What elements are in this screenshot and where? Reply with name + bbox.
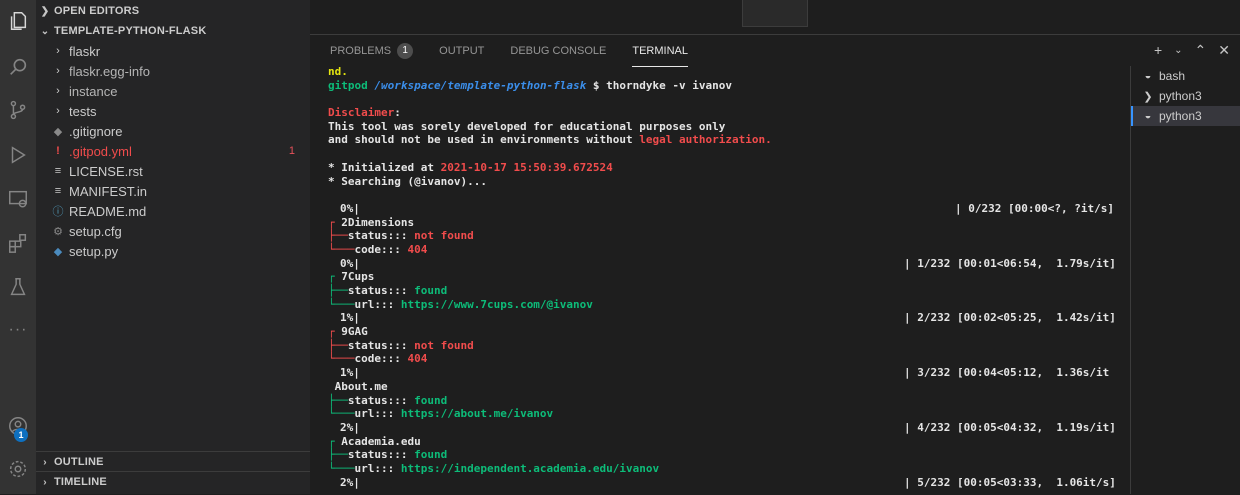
- gear-icon: ⚙: [53, 225, 63, 238]
- progress-line: 0%| | 1/232 [00:01<06:54, 1.79s/it]: [340, 256, 1116, 270]
- activity-bar: ··· 1: [0, 0, 36, 494]
- tab-terminal[interactable]: TERMINAL: [632, 35, 688, 67]
- terminal-line: └───url::: https://independent.academia.…: [328, 461, 660, 475]
- terminal-line: ├──status::: not found: [328, 229, 474, 243]
- chevron-right-icon: ›: [56, 85, 60, 97]
- chevron-right-icon: ❯: [40, 5, 50, 17]
- terminal-line: └───code::: 404: [328, 352, 428, 366]
- editor-watermark: [742, 0, 808, 27]
- maximize-panel-icon[interactable]: ⌃: [1195, 42, 1207, 60]
- explorer-sidebar: ❯ OPEN EDITORS ⌄ TEMPLATE-PYTHON-FLASK ›…: [36, 0, 310, 494]
- remote-explorer-icon[interactable]: [3, 184, 33, 214]
- terminal-line: ├──status::: not found: [328, 338, 474, 352]
- terminal-line: gitpod /workspace/template-python-flask …: [328, 78, 732, 92]
- source-control-icon[interactable]: [3, 95, 33, 125]
- progress-line: 2%| | 5/232 [00:05<03:33, 1.06it/s]: [340, 475, 1116, 489]
- account-badge: 1: [14, 428, 28, 442]
- terminal-icon: ◒: [1144, 70, 1152, 82]
- new-terminal-icon[interactable]: +: [1154, 42, 1162, 60]
- yaml-file-icon: !: [56, 145, 60, 157]
- chevron-right-icon: ›: [43, 456, 47, 468]
- tab-debug-console[interactable]: DEBUG CONSOLE: [510, 35, 606, 67]
- problems-count-badge: 1: [397, 43, 414, 59]
- file-license[interactable]: ≡ LICENSE.rst: [36, 161, 310, 181]
- terminal-prompt-icon: ❯: [1143, 90, 1153, 103]
- folder-flaskr-egg-info[interactable]: › flaskr.egg-info: [36, 61, 310, 81]
- terminal-line: ┌ 9GAG: [328, 325, 368, 339]
- project-header[interactable]: ⌄ TEMPLATE-PYTHON-FLASK: [36, 21, 310, 41]
- terminal-line: ├──status::: found: [328, 284, 448, 297]
- terminal-line: ┌ Academia.edu: [328, 434, 421, 448]
- terminal-list: ◒ bash ❯ python3 ◒ python3: [1130, 66, 1240, 494]
- terminal-line: ├──status::: found: [328, 448, 448, 462]
- chevron-right-icon: ›: [56, 45, 60, 57]
- terminal-line: and should not be used in environments w…: [328, 133, 772, 147]
- terminal-line: ┌ 2Dimensions: [328, 215, 415, 229]
- file-gitpod-yml[interactable]: ! .gitpod.yml 1: [36, 141, 310, 161]
- progress-line: 1%| | 2/232 [00:02<05:25, 1.42s/it]: [340, 311, 1116, 325]
- progress-line: 1%| | 3/232 [00:04<05:12, 1.36s/it: [340, 366, 1110, 380]
- more-icon[interactable]: ···: [3, 315, 33, 345]
- text-file-icon: ≡: [54, 185, 62, 197]
- file-gitignore[interactable]: ◆ .gitignore: [36, 121, 310, 141]
- terminal-line: This tool was sorely developed for educa…: [328, 119, 726, 133]
- text-file-icon: ≡: [54, 165, 62, 177]
- folder-instance[interactable]: › instance: [36, 81, 310, 101]
- file-readme[interactable]: ⓘ README.md: [36, 201, 310, 221]
- chevron-down-icon[interactable]: ⌄: [1174, 42, 1182, 60]
- search-icon[interactable]: [3, 52, 33, 82]
- explorer-icon[interactable]: [3, 6, 33, 36]
- tab-output[interactable]: OUTPUT: [439, 35, 484, 67]
- tab-problems[interactable]: PROBLEMS 1: [330, 35, 414, 67]
- chevron-right-icon: ›: [43, 476, 47, 488]
- timeline-header[interactable]: › TIMELINE: [36, 471, 310, 492]
- terminal-output[interactable]: nd. gitpod /workspace/template-python-fl…: [328, 65, 1118, 495]
- terminal-line: * Initialized at 2021-10-17 15:50:39.672…: [328, 160, 613, 174]
- manage-gear-icon[interactable]: [3, 454, 33, 484]
- terminal-line: └───url::: https://www.7cups.com/@ivanov: [328, 297, 593, 311]
- chevron-right-icon: ›: [56, 65, 60, 77]
- file-setup-cfg[interactable]: ⚙ setup.cfg: [36, 221, 310, 241]
- testing-icon[interactable]: [3, 272, 33, 302]
- file-manifest[interactable]: ≡ MANIFEST.in: [36, 181, 310, 201]
- panel-tabs: PROBLEMS 1 OUTPUT DEBUG CONSOLE TERMINAL: [330, 35, 714, 67]
- terminal-line: * Searching (@ivanov)...: [328, 174, 487, 188]
- python-file-icon: ◆: [53, 245, 63, 258]
- terminal-line: └───code::: 404: [328, 242, 428, 256]
- terminal-line: About.me: [334, 379, 388, 393]
- bottom-panel: PROBLEMS 1 OUTPUT DEBUG CONSOLE TERMINAL …: [310, 34, 1240, 494]
- progress-line: 0%| | 0/232 [00:00<?, ?it/s]: [340, 201, 1114, 215]
- progress-line: 2%| | 4/232 [00:05<04:32, 1.19s/it]: [340, 420, 1116, 434]
- terminal-icon: ◒: [1144, 110, 1152, 122]
- panel-actions: + ⌄ ⌃ ✕: [1154, 42, 1230, 60]
- outline-header[interactable]: › OUTLINE: [36, 451, 310, 472]
- folder-flaskr[interactable]: › flaskr: [36, 41, 310, 61]
- chevron-right-icon: ›: [56, 105, 60, 117]
- terminal-line: ├──status::: found: [328, 393, 448, 407]
- terminal-tab-bash[interactable]: ◒ bash: [1131, 66, 1240, 86]
- folder-tests[interactable]: › tests: [36, 101, 310, 121]
- terminal-tab-python3-active[interactable]: ◒ python3: [1131, 106, 1240, 126]
- run-debug-icon[interactable]: [3, 140, 33, 170]
- terminal-line: └───url::: https://about.me/ivanov: [328, 407, 554, 421]
- terminal-line: nd.: [328, 65, 348, 78]
- close-panel-icon[interactable]: ✕: [1218, 42, 1230, 60]
- open-editors-header[interactable]: ❯ OPEN EDITORS: [36, 1, 310, 21]
- info-icon: ⓘ: [52, 206, 64, 218]
- terminal-tab-python3[interactable]: ❯ python3: [1131, 86, 1240, 106]
- terminal-line: Disclaimer:: [328, 106, 401, 120]
- chevron-down-icon: ⌄: [40, 25, 50, 37]
- gitignore-file-icon: ◆: [53, 125, 63, 138]
- file-setup-py[interactable]: ◆ setup.py: [36, 241, 310, 261]
- extensions-icon[interactable]: [3, 228, 33, 258]
- terminal-line: ┌ 7Cups: [328, 270, 375, 284]
